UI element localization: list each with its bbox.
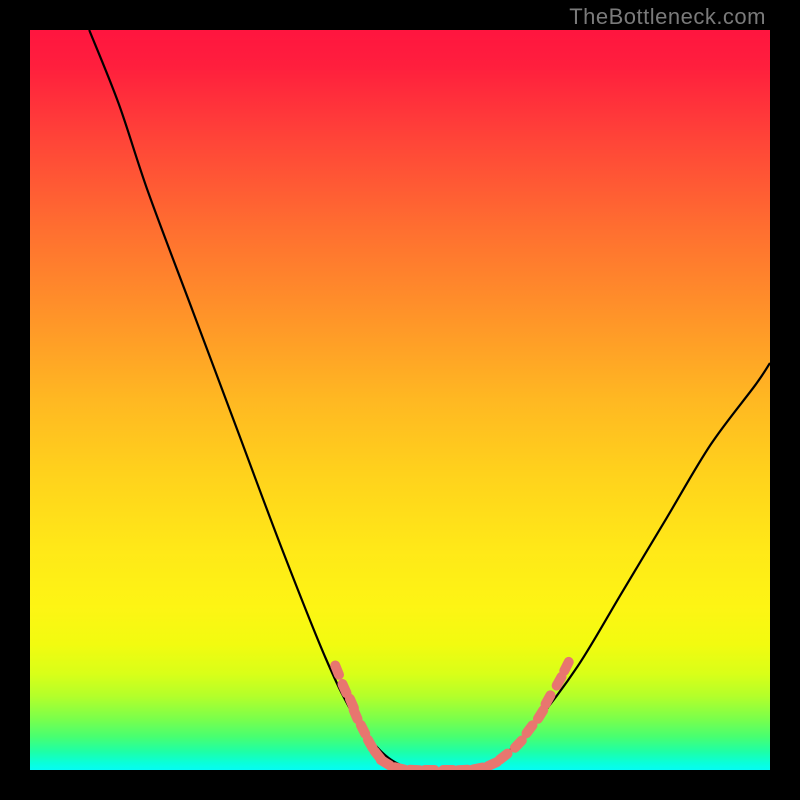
- plot-area: [30, 30, 770, 770]
- curve-marker: [420, 765, 440, 770]
- bottleneck-curve: [30, 30, 770, 770]
- outer-frame: TheBottleneck.com: [0, 0, 800, 800]
- watermark-text: TheBottleneck.com: [569, 4, 766, 30]
